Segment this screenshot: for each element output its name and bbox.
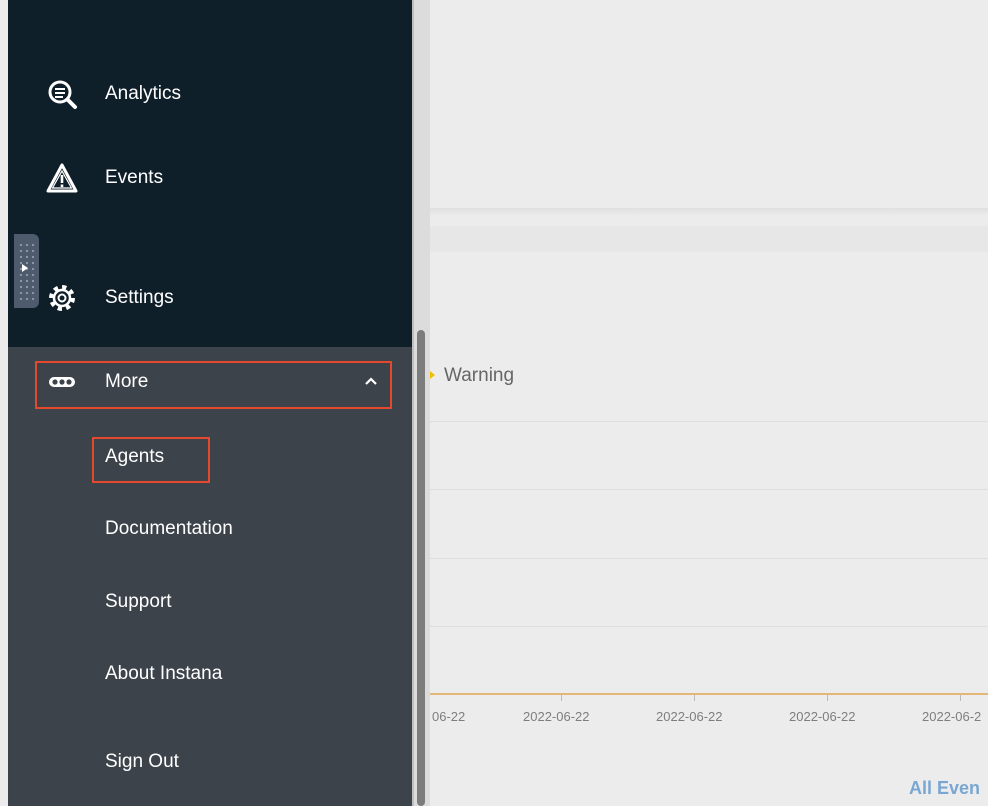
more-highlight-box	[35, 361, 392, 409]
grid-line	[430, 558, 988, 559]
grid-line	[430, 421, 988, 422]
grid-line	[430, 489, 988, 490]
x-tick	[960, 695, 961, 701]
main-content	[430, 0, 988, 806]
chart-x-axis	[430, 693, 988, 695]
sidebar-scrollbar-thumb[interactable]	[417, 330, 425, 806]
sidebar-subitem-about[interactable]: About Instana	[105, 663, 222, 685]
header-shadow	[430, 208, 988, 216]
x-tick	[827, 695, 828, 701]
sidebar-item-analytics[interactable]: Analytics	[8, 68, 412, 120]
sidebar-item-settings[interactable]: Settings	[8, 272, 412, 324]
all-events-link[interactable]: All Even	[909, 778, 980, 799]
sidebar-subitem-documentation[interactable]: Documentation	[105, 518, 233, 540]
sidebar-item-label: Events	[105, 167, 164, 188]
warning-triangle-icon	[46, 163, 78, 193]
chart-header-band	[430, 226, 988, 252]
expand-arrow-icon	[22, 264, 28, 272]
warning-legend-marker	[430, 371, 435, 379]
x-tick-label: 06-22	[432, 709, 466, 724]
x-tick-label: 2022-06-22	[523, 709, 590, 724]
sidebar-divider	[412, 0, 414, 806]
sidebar-item-events[interactable]: Events	[8, 152, 412, 204]
agents-highlight-box	[92, 437, 210, 483]
analytics-icon	[48, 80, 77, 109]
x-tick-label: 2022-06-22	[789, 709, 856, 724]
x-tick	[561, 695, 562, 701]
grid-line	[430, 626, 988, 627]
gear-icon	[49, 285, 75, 311]
x-tick	[694, 695, 695, 701]
legend-warning[interactable]: Warning	[444, 365, 514, 387]
sidebar-subitem-signout[interactable]: Sign Out	[105, 751, 179, 773]
sidebar-item-label: Analytics	[105, 83, 182, 104]
sidebar-subitem-support[interactable]: Support	[105, 591, 172, 613]
sidebar-item-label: Settings	[105, 287, 174, 308]
x-tick-label: 2022-06-22	[656, 709, 723, 724]
x-tick-label: 2022-06-2	[922, 709, 982, 724]
